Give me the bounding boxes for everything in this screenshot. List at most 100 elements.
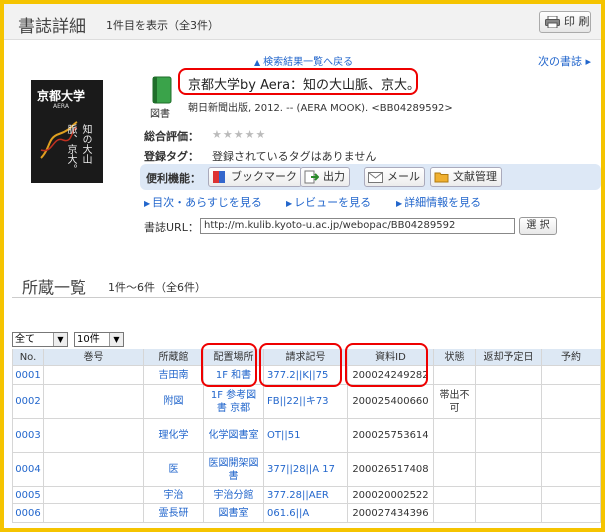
- review-link[interactable]: レビューを見る: [286, 194, 371, 210]
- bookmark-icon: [213, 171, 225, 183]
- page-frame: 書誌詳細 1件目を表示（全3件） 印 刷 検索結果一覧へ戻る 次の書誌 ▸ 京都…: [4, 4, 601, 528]
- table-cell: [476, 366, 542, 385]
- call-number-column-highlight: [259, 343, 342, 387]
- mail-label: メール: [387, 170, 420, 183]
- chevron-down-icon: ▼: [53, 333, 67, 346]
- table-cell-id: 200020002522: [348, 487, 434, 504]
- table-cell-call[interactable]: 377.28||AER: [264, 487, 348, 504]
- page-title: 書誌詳細: [18, 17, 86, 37]
- table-cell: [542, 385, 601, 419]
- filter-select[interactable]: 全て ▼: [12, 332, 68, 347]
- table-cell-lib[interactable]: 宇治: [144, 487, 204, 504]
- select-url-button[interactable]: 選 択: [519, 217, 557, 235]
- table-cell-lib[interactable]: 理化学: [144, 419, 204, 453]
- item-id-column-highlight: [345, 343, 428, 387]
- table-cell-id: 200025400660: [348, 385, 434, 419]
- column-header: 返却予定日: [476, 349, 542, 366]
- detail-link[interactable]: 詳細情報を見る: [396, 194, 481, 210]
- next-record-link[interactable]: 次の書誌 ▸: [538, 53, 591, 69]
- table-cell: [542, 453, 601, 487]
- bookmark-label: ブックマーク: [231, 170, 297, 183]
- table-cell-lib[interactable]: 霊長研: [144, 504, 204, 523]
- record-url-field[interactable]: http://m.kulib.kyoto-u.ac.jp/webopac/BB0…: [200, 218, 515, 234]
- table-cell: [476, 419, 542, 453]
- back-to-results-link[interactable]: 検索結果一覧へ戻る: [254, 53, 353, 68]
- per-page-select[interactable]: 10件 ▼: [74, 332, 124, 347]
- table-cell-status: [434, 487, 476, 504]
- tags-text: 登録されているタグはありません: [212, 150, 377, 163]
- publication-info: 朝日新聞出版, 2012. -- (AERA MOOK). <BB0428959…: [188, 103, 453, 114]
- chevron-down-icon: ▼: [109, 333, 123, 346]
- table-cell-lib[interactable]: 吉田南: [144, 366, 204, 385]
- column-header: 所蔵館: [144, 349, 204, 366]
- printer-icon: [545, 16, 560, 28]
- table-cell: [476, 385, 542, 419]
- table-cell-id: 200027434396: [348, 504, 434, 523]
- rating-label: 総合評価：: [144, 130, 199, 143]
- divider: [12, 297, 601, 298]
- table-cell: [542, 366, 601, 385]
- print-button[interactable]: 印 刷: [539, 11, 591, 33]
- column-header: 巻号: [44, 349, 144, 366]
- table-cell: [542, 504, 601, 523]
- holdings-title: 所蔵一覧: [22, 278, 87, 297]
- table-cell-call[interactable]: OT||51: [264, 419, 348, 453]
- table-cell-vol: [44, 487, 144, 504]
- table-cell: [476, 504, 542, 523]
- table-cell-id: 200026517408: [348, 453, 434, 487]
- table-cell-no[interactable]: 0004: [12, 453, 44, 487]
- table-cell-call[interactable]: FB||22||キ73: [264, 385, 348, 419]
- output-button[interactable]: 出力: [300, 167, 350, 187]
- title-highlight: [178, 68, 418, 95]
- book-icon: [152, 76, 172, 104]
- folder-icon: [434, 172, 449, 183]
- cover-vertical-text: 知の大山脈、京大。: [65, 124, 91, 174]
- tags-label: 登録タグ：: [144, 150, 199, 163]
- table-cell-loc[interactable]: 医図開架図書: [204, 453, 264, 487]
- column-header: 状態: [434, 349, 476, 366]
- table-cell-loc[interactable]: 図書室: [204, 504, 264, 523]
- table-cell-call[interactable]: 377||28||A 17: [264, 453, 348, 487]
- url-label: 書誌URL：: [144, 221, 199, 234]
- table-cell-no[interactable]: 0001: [12, 366, 44, 385]
- table-cell-loc[interactable]: 1F 参考図書 京都: [204, 385, 264, 419]
- table-row: 0002 附図 1F 参考図書 京都 FB||22||キ73 200025400660 帯…: [12, 385, 601, 419]
- table-cell-lib[interactable]: 附図: [144, 385, 204, 419]
- table-cell: [476, 453, 542, 487]
- result-count: 1件目を表示（全3件）: [106, 19, 219, 32]
- table-cell-no[interactable]: 0003: [12, 419, 44, 453]
- mail-button[interactable]: メール: [364, 167, 425, 187]
- table-cell-no[interactable]: 0006: [12, 504, 44, 523]
- cover-title: 京都大学: [37, 89, 86, 103]
- table-cell-loc[interactable]: 宇治分館: [204, 487, 264, 504]
- table-cell-vol: [44, 504, 144, 523]
- toc-link[interactable]: 目次・あらすじを見る: [144, 194, 262, 210]
- bibliography-label: 文献管理: [453, 170, 497, 183]
- table-cell-no[interactable]: 0005: [12, 487, 44, 504]
- cover-subtitle: AERA: [53, 103, 69, 110]
- table-cell-lib[interactable]: 医: [144, 453, 204, 487]
- tools-label: 便利機能：: [146, 172, 201, 185]
- mail-icon: [368, 172, 383, 183]
- table-cell-vol: [44, 419, 144, 453]
- per-page-value: 10件: [77, 334, 100, 345]
- location-column-highlight: [201, 343, 257, 387]
- export-icon: [304, 170, 319, 184]
- bibliography-manager-button[interactable]: 文献管理: [430, 167, 502, 187]
- column-header: 予約: [542, 349, 601, 366]
- bookmark-button[interactable]: ブックマーク: [208, 167, 302, 187]
- output-label: 出力: [323, 170, 345, 183]
- table-cell-status: 帯出不可: [434, 385, 476, 419]
- table-cell-loc[interactable]: 化学図書室: [204, 419, 264, 453]
- table-cell-status: [434, 366, 476, 385]
- table-cell-call[interactable]: 061.6||A: [264, 504, 348, 523]
- rating-stars: ★★★★★: [212, 128, 267, 141]
- table-cell: [476, 487, 542, 504]
- table-cell-status: [434, 453, 476, 487]
- print-label: 印 刷: [564, 15, 590, 28]
- table-cell-id: 200025753614: [348, 419, 434, 453]
- table-cell-no[interactable]: 0002: [12, 385, 44, 419]
- table-cell-vol: [44, 385, 144, 419]
- table-row: 0003 理化学 化学図書室 OT||51 200025753614: [12, 419, 601, 453]
- table-cell-status: [434, 504, 476, 523]
